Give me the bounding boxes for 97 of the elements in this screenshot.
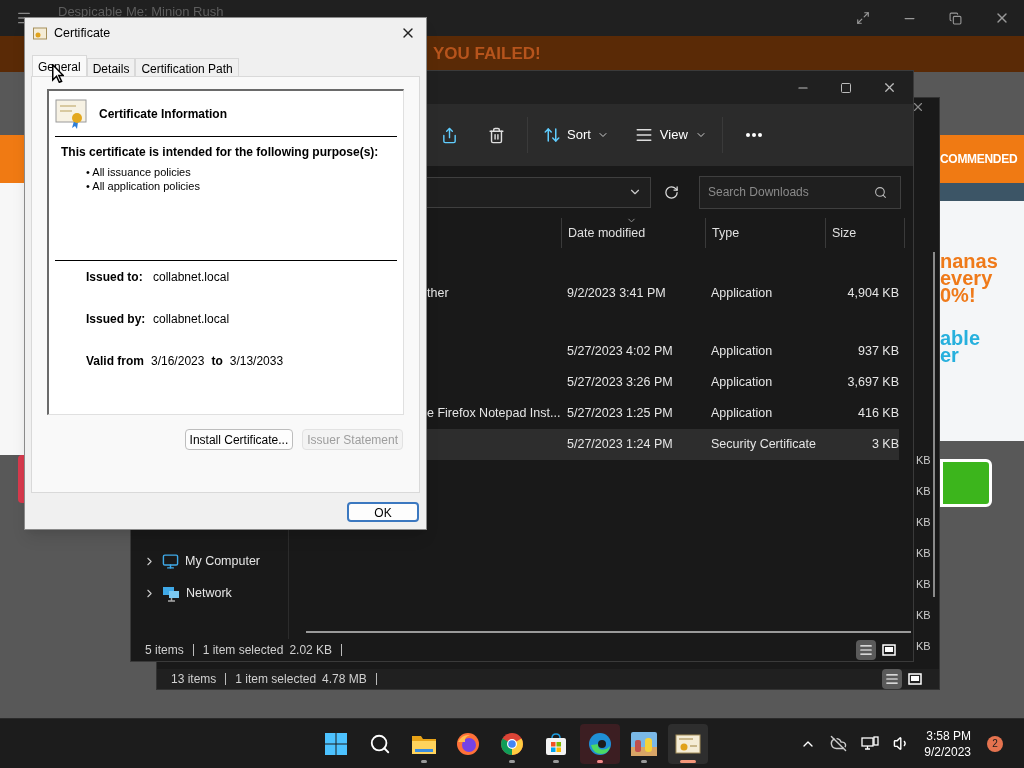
cloud-off-icon[interactable] (830, 735, 848, 752)
nav-item[interactable]: My Computer (131, 545, 288, 577)
tab[interactable]: Certification Path (135, 58, 239, 76)
size-cell-text: 416 KB (857, 405, 899, 423)
column-header[interactable]: Size (825, 218, 905, 248)
list-icon (859, 643, 873, 657)
share-icon (440, 126, 458, 144)
list-icon (634, 126, 653, 144)
restore-icon[interactable] (949, 11, 962, 25)
search-icon (369, 732, 391, 755)
section-heading: Certificate Information (99, 105, 227, 123)
field-label: Issued to: (86, 269, 144, 286)
file-size: KB (916, 608, 931, 623)
size-cell-text: 937 KB (857, 343, 899, 361)
promo-text: nanas (940, 253, 999, 270)
field-value: collabnet.local (153, 311, 230, 328)
view-button[interactable]: View (634, 118, 707, 152)
type-cell-text: Application (710, 374, 774, 392)
browser-icon (588, 731, 612, 756)
date-cell-text: 5/27/2023 3:26 PM (566, 374, 674, 392)
refresh-icon (663, 184, 679, 200)
details-view-button[interactable] (856, 640, 876, 660)
size-cell-text: 3 KB (870, 436, 899, 454)
tiles-icon (882, 643, 896, 657)
file-size: KB (916, 484, 931, 499)
store-bag-icon (544, 731, 568, 756)
column-header[interactable]: Date modified (561, 218, 705, 248)
field-label: Issued by: (86, 311, 147, 328)
network-icon[interactable] (861, 735, 880, 752)
install-button[interactable]: Install Certificate... (184, 429, 294, 450)
maximize-icon[interactable] (840, 81, 852, 94)
window-title: Despicable Me: Minion Rush (58, 3, 224, 22)
play-button[interactable] (940, 459, 992, 507)
type-cell-text: Application (710, 285, 774, 303)
taskbar-button[interactable] (580, 723, 620, 764)
sort-icon (543, 126, 561, 144)
item-count: 13 items (171, 671, 217, 688)
file-size: KB (916, 546, 931, 561)
search-icon (874, 185, 887, 199)
taskbar-button[interactable] (668, 723, 708, 764)
ok-button[interactable]: OK (347, 502, 419, 522)
selection-info: 1 item selected 2.02 KB (202, 642, 333, 659)
promo-text: er (940, 347, 959, 364)
game-icon (631, 731, 657, 756)
file-size: KB (916, 577, 931, 592)
type-cell-text: Security Certificate (710, 436, 817, 454)
file-name: ther (427, 286, 449, 301)
size-cell-text: 4,904 KB (846, 285, 899, 303)
field-value: 3/16/2023 (151, 353, 205, 370)
type-cell-text: Application (710, 343, 774, 361)
nav-item[interactable]: Network (131, 577, 288, 609)
browser-icon (500, 731, 524, 756)
certificate-icon (33, 26, 47, 40)
selection-info: 1 item selected 4.78 MB (235, 671, 367, 688)
field-label: to (211, 353, 223, 370)
trash-icon (487, 126, 505, 144)
purpose-item: • All application policies (86, 179, 201, 193)
tab[interactable]: Details (86, 58, 136, 76)
certificate-icon (55, 98, 87, 129)
date-cell-text: 5/27/2023 1:25 PM (566, 405, 674, 423)
field-value: 3/13/2033 (229, 353, 284, 370)
tiles-icon (908, 672, 922, 686)
close-icon[interactable] (882, 80, 897, 95)
promo-text: every (940, 270, 993, 287)
promo-text: able (940, 330, 982, 347)
field-label: Valid from (86, 353, 144, 370)
notification-badge[interactable]: 2 (987, 735, 1003, 752)
certificate-icon (675, 732, 701, 755)
list-icon (885, 672, 899, 686)
search-field[interactable]: Search Downloads (699, 175, 901, 209)
browser-icon (456, 731, 480, 756)
purpose-intro: This certificate is intended for the following purpose(s): (60, 144, 380, 161)
sort-button[interactable]: Sort (541, 118, 611, 152)
clock-date[interactable]: 9/2/2023 (924, 743, 971, 760)
field-value: collabnet.local (153, 269, 230, 286)
windows-logo-icon (324, 731, 348, 756)
clock-time[interactable]: 3:58 PM (926, 727, 971, 744)
file-size: KB (916, 515, 931, 530)
date-cell-text: 5/27/2023 4:02 PM (566, 343, 674, 361)
ribbon (0, 135, 24, 183)
file-size: KB (916, 639, 931, 654)
file-name: e Firefox Notepad Inst... (427, 406, 561, 421)
more-icon (745, 133, 762, 137)
date-cell-text: 5/27/2023 1:24 PM (566, 436, 674, 454)
date-cell-text: 9/2/2023 3:41 PM (566, 285, 667, 303)
ribbon: COMMENDED (940, 135, 1024, 183)
fullscreen-icon[interactable] (856, 11, 870, 25)
network-icon (162, 584, 180, 602)
type-cell-text: Application (710, 405, 774, 423)
monitor-icon (162, 552, 179, 570)
file-size: KB (916, 453, 931, 468)
item-count: 5 items (145, 642, 184, 659)
size-cell-text: 3,697 KB (846, 374, 899, 392)
purpose-item: • All issuance policies (86, 165, 192, 179)
column-header[interactable]: Type (705, 218, 825, 248)
details-view-button[interactable] (882, 669, 902, 689)
promo-text: 0%! (940, 287, 976, 304)
